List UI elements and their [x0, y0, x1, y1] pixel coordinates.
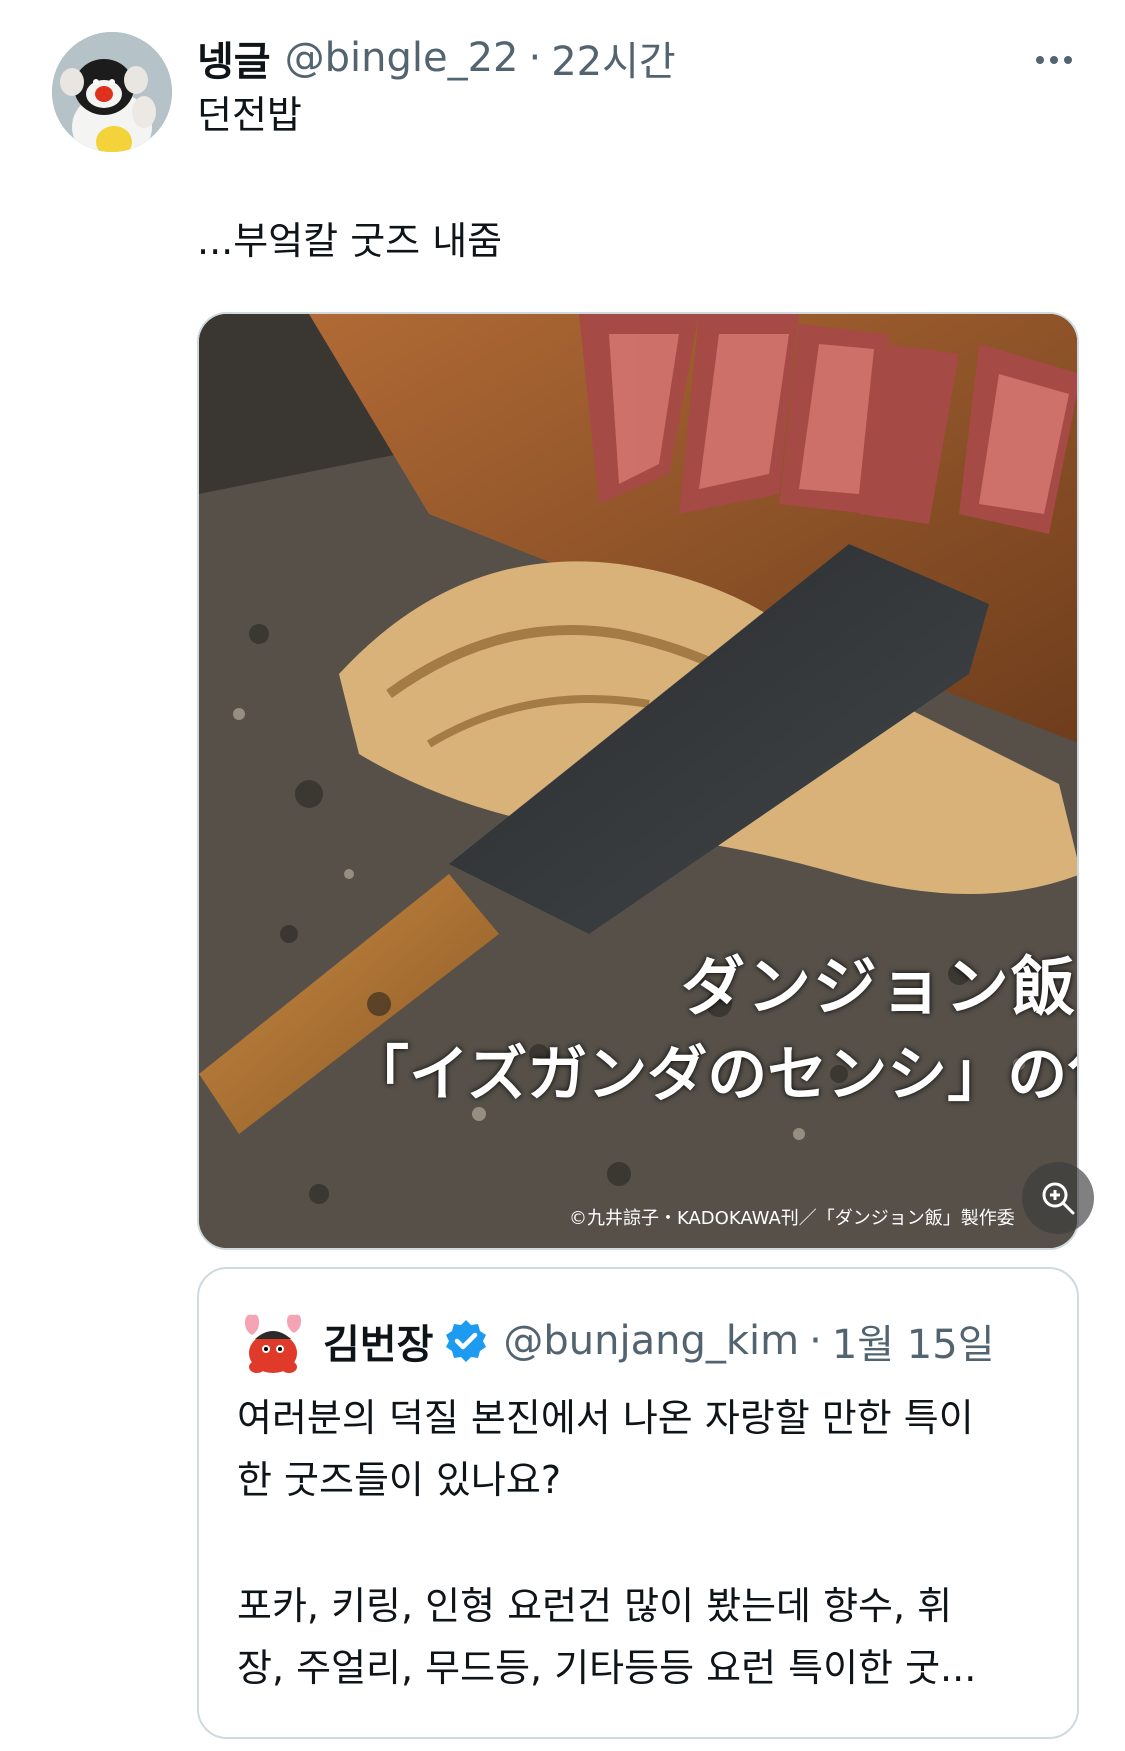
tweet-text-line2: ...부엌칼 굿즈 내줌 — [197, 219, 503, 263]
quoted-text-line3: 포카, 키링, 인형 요런건 많이 봤는데 향수, 휘 — [237, 1584, 953, 1628]
character-avatar-icon — [245, 1314, 301, 1373]
quoted-tweet-time[interactable]: 1월 15일 — [832, 1312, 995, 1370]
zoom-in-icon[interactable] — [1022, 1162, 1094, 1234]
quoted-tweet[interactable]: 김번장 @bunjang_kim · 1월 15일 여러분의 덕질 본진에서 나… — [197, 1267, 1079, 1739]
more-icon[interactable] — [1030, 48, 1078, 72]
quoted-author-name[interactable]: 김번장 — [323, 1312, 433, 1370]
quoted-text-line2: 한 굿즈들이 있나요? — [237, 1458, 562, 1502]
copyright-text: ©九井諒子・KADOKAWA刊／「ダンジョン飯」製作委 — [569, 1208, 1015, 1229]
quoted-author-handle[interactable]: @bunjang_kim — [503, 1318, 799, 1364]
overlay-title-1: ダンジョン飯 — [681, 951, 1077, 1025]
quoted-text-line4: 장, 주얼리, 무드등, 기타등등 요런 특이한 굿... — [237, 1646, 977, 1690]
quoted-text-line1: 여러분의 덕질 본진에서 나온 자랑할 만한 특이 — [237, 1396, 974, 1440]
quoted-separator-dot: · — [809, 1318, 822, 1364]
overlay-title-2: 「イズガンダのセンシ」の包丁 — [349, 1040, 1077, 1110]
tweet-time[interactable]: 22시간 — [551, 29, 676, 87]
author-name[interactable]: 넹글 — [197, 29, 271, 87]
tweet-text-line1: 던전밥 — [197, 93, 302, 137]
separator-dot: · — [528, 35, 542, 81]
quoted-author-avatar[interactable] — [239, 1309, 307, 1377]
author-handle[interactable]: @bingle_22 — [285, 35, 519, 81]
quoted-tweet-header: 김번장 @bunjang_kim · 1월 15일 — [323, 1305, 995, 1377]
penguin-avatar-icon — [52, 32, 172, 152]
tweet-image[interactable]: ダンジョン飯 「イズガンダのセンシ」の包丁 ©九井諒子・KADOKAWA刊／「ダ… — [197, 312, 1079, 1250]
author-avatar[interactable] — [52, 32, 172, 152]
verified-badge-icon — [443, 1318, 489, 1364]
tweet-header: 넹글 @bingle_22 · 22시간 — [197, 30, 676, 86]
